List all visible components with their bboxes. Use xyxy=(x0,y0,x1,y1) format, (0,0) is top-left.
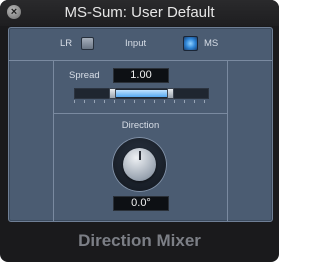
input-label: Input xyxy=(125,38,147,49)
input-bar: LR Input MS xyxy=(9,28,272,61)
window-title: MS-Sum: User Default xyxy=(64,4,215,21)
left-divider xyxy=(53,60,54,221)
spread-value-field[interactable]: 1.00 xyxy=(113,68,169,83)
direction-value-field[interactable]: 0.0° xyxy=(113,196,169,211)
section-divider xyxy=(53,113,228,114)
plugin-name: Direction Mixer xyxy=(78,231,201,250)
plugin-panel: LR Input MS Spread 1.00 Direction 0.0° xyxy=(8,27,273,222)
spread-slider[interactable] xyxy=(74,88,209,99)
spread-slider-ticks xyxy=(74,100,207,103)
right-divider xyxy=(227,60,228,221)
direction-knob-cap xyxy=(123,148,156,181)
lr-label: LR xyxy=(60,38,73,49)
title-bar: × MS-Sum: User Default xyxy=(0,0,279,26)
direction-knob-indicator xyxy=(139,151,141,160)
ms-label: MS xyxy=(204,38,219,49)
direction-knob[interactable] xyxy=(112,137,167,192)
spread-label: Spread xyxy=(69,70,100,81)
spread-slider-handle-right[interactable] xyxy=(167,88,174,99)
spread-slider-fill xyxy=(113,90,170,97)
direction-label: Direction xyxy=(121,120,160,131)
spread-slider-handle-left[interactable] xyxy=(109,88,116,99)
plugin-window: × MS-Sum: User Default LR Input MS Sprea… xyxy=(0,0,279,262)
lr-checkbox[interactable] xyxy=(81,37,94,50)
ms-toggle-button[interactable] xyxy=(183,36,198,51)
